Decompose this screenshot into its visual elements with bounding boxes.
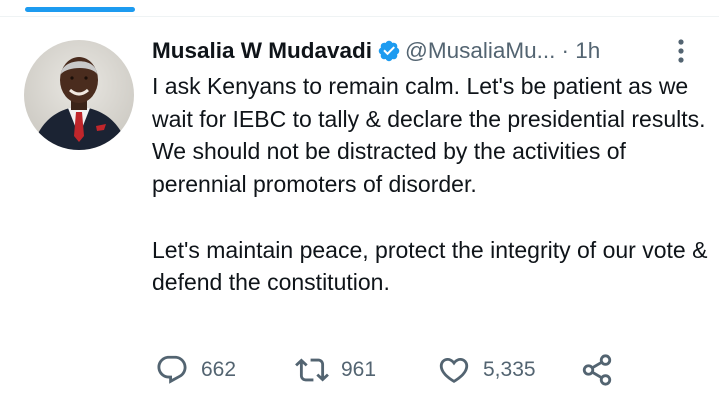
share-button[interactable]: [580, 352, 614, 388]
tweet-text: I ask Kenyans to remain calm. Let's be p…: [152, 73, 708, 296]
author-name[interactable]: Musalia W Mudavadi: [152, 38, 372, 64]
verified-badge-icon: [378, 40, 400, 62]
time-ago: 1h: [575, 38, 601, 63]
author-handle[interactable]: @MusaliaMu...: [405, 38, 555, 64]
tab-active-indicator: [25, 7, 135, 12]
share-icon: [582, 354, 612, 386]
timestamp[interactable]: · 1h: [561, 38, 600, 64]
heart-icon: [439, 357, 469, 383]
tweet-header: Musalia W Mudavadi @MusaliaMu... · 1h: [152, 34, 694, 68]
divider: [0, 16, 719, 17]
tweet-actions: 662 961 5,335: [155, 352, 635, 388]
retweet-button[interactable]: 961: [295, 352, 376, 388]
retweet-count: 961: [341, 358, 377, 381]
like-count: 5,335: [483, 358, 536, 381]
like-button[interactable]: 5,335: [437, 352, 536, 388]
retweet-icon: [295, 358, 329, 382]
more-vertical-icon[interactable]: [668, 36, 694, 66]
reply-button[interactable]: 662: [155, 352, 236, 388]
reply-count: 662: [201, 358, 237, 381]
separator-dot: ·: [561, 38, 569, 63]
reply-icon: [157, 355, 187, 384]
avatar[interactable]: [24, 40, 134, 150]
